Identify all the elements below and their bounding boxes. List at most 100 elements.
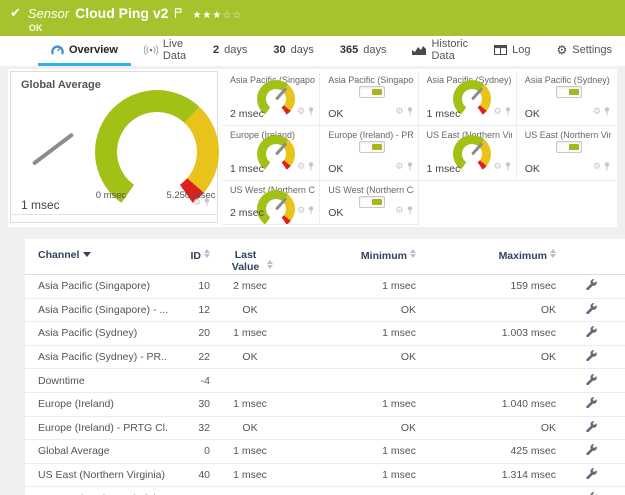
pin-icon[interactable] — [308, 158, 314, 176]
column-header-id[interactable]: ID — [168, 249, 210, 262]
status-check-icon: ✔ — [10, 6, 21, 21]
id-cell: 30 — [168, 398, 210, 410]
pin-icon[interactable] — [604, 103, 610, 121]
gear-icon[interactable]: ⚙ — [593, 163, 601, 172]
channel-mini-panel[interactable]: US West (Northern California) 2 msec ⚙ — [222, 181, 320, 225]
tab-label-number: 365 — [340, 44, 358, 56]
table-row[interactable]: Europe (Ireland) 30 1 msec 1 msec 1.040 … — [25, 393, 625, 417]
wrench-icon[interactable] — [586, 492, 597, 495]
wrench-icon[interactable] — [586, 326, 597, 337]
channel-cell: US East (Northern Virginia) — [25, 469, 168, 481]
gauge-scale-min: 0 msec — [83, 190, 139, 201]
gear-icon: ⚙ — [556, 44, 567, 56]
tab-label: days — [291, 44, 314, 56]
global-average-panel[interactable]: Global Average 0 msec 5.250 msec 1 msec … — [10, 71, 218, 223]
channel-value: OK — [525, 163, 540, 175]
tab-live-data[interactable]: Live Data — [131, 36, 200, 66]
last-value-cell: OK — [210, 304, 290, 316]
wrench-icon[interactable] — [586, 350, 597, 361]
flag-icon[interactable] — [174, 5, 182, 23]
last-value-cell: OK — [210, 351, 290, 363]
pin-icon[interactable] — [308, 103, 314, 121]
channel-mini-panel[interactable]: Asia Pacific (Sydney) 1 msec ⚙ — [419, 71, 517, 126]
wrench-icon[interactable] — [586, 279, 597, 290]
channel-value: 1 msec — [427, 108, 461, 120]
last-value-cell: OK — [210, 422, 290, 434]
minimum-cell: OK — [290, 351, 416, 363]
channel-cell: Europe (Ireland) - PRTG Cl... — [25, 422, 168, 434]
channel-mini-panel[interactable]: Asia Pacific (Singapore) - PR... OK ⚙ — [320, 71, 418, 126]
channel-value: 2 msec — [230, 207, 264, 219]
tab-30-days[interactable]: 30 days — [260, 36, 327, 66]
gear-icon[interactable]: ⚙ — [494, 108, 502, 117]
gear-icon[interactable]: ⚙ — [494, 163, 502, 172]
table-row[interactable]: Asia Pacific (Sydney) - PR... 22 OK OK O… — [25, 346, 625, 370]
channel-mini-panel[interactable]: Europe (Ireland) - PRTG Cloud... OK ⚙ — [320, 126, 418, 181]
column-header-channel[interactable]: Channel — [25, 249, 168, 261]
pin-icon[interactable] — [407, 158, 413, 176]
table-row[interactable]: Downtime -4 — [25, 369, 625, 393]
table-row[interactable]: Asia Pacific (Sydney) 20 1 msec 1 msec 1… — [25, 322, 625, 346]
gear-icon[interactable]: ⚙ — [297, 163, 305, 172]
wrench-icon[interactable] — [586, 444, 597, 455]
maximum-cell: 1.003 msec — [416, 327, 556, 339]
channel-toggle-indicator — [359, 196, 385, 208]
tab-label: Live Data — [163, 38, 187, 62]
wrench-icon[interactable] — [586, 374, 597, 385]
table-row[interactable]: Europe (Ireland) - PRTG Cl... 32 OK OK O… — [25, 417, 625, 441]
gear-icon[interactable]: ⚙ — [297, 108, 305, 117]
sort-desc-icon — [83, 252, 91, 257]
pin-icon[interactable] — [505, 158, 511, 176]
wrench-icon[interactable] — [586, 303, 597, 314]
gear-icon[interactable]: ⚙ — [593, 108, 601, 117]
id-cell: 10 — [168, 280, 210, 292]
channel-mini-panel[interactable]: US West (Northern California)... OK ⚙ — [320, 181, 418, 225]
pin-icon[interactable] — [308, 202, 314, 220]
tab-log[interactable]: Log — [481, 36, 543, 66]
channel-toggle-indicator — [556, 86, 582, 98]
channel-mini-panel[interactable]: Asia Pacific (Sydney) - PRTG ... OK ⚙ — [517, 71, 615, 126]
maximum-cell: 159 msec — [416, 280, 556, 292]
tab-365-days[interactable]: 365 days — [327, 36, 400, 66]
wrench-icon[interactable] — [586, 397, 597, 408]
tab-historic-data[interactable]: Historic Data — [399, 36, 481, 66]
pin-icon[interactable] — [604, 158, 610, 176]
id-cell: -4 — [168, 375, 210, 387]
stars-filled: ★★★ — [192, 10, 222, 21]
priority-stars[interactable]: ★★★☆☆ — [192, 10, 242, 21]
channel-mini-panel[interactable]: Europe (Ireland) 1 msec ⚙ — [222, 126, 320, 181]
tab-settings[interactable]: ⚙ Settings — [543, 36, 625, 66]
tab-2-days[interactable]: 2 days — [200, 36, 260, 66]
channel-toggle-indicator — [556, 141, 582, 153]
pin-icon[interactable] — [204, 194, 210, 212]
gear-icon[interactable]: ⚙ — [395, 108, 403, 117]
tab-label: Historic Data — [431, 38, 468, 62]
last-value-cell: 1 msec — [210, 469, 290, 481]
table-row[interactable]: Asia Pacific (Singapore) - ... 12 OK OK … — [25, 299, 625, 323]
pin-icon[interactable] — [505, 103, 511, 121]
channel-mini-panel[interactable]: US East (Northern Virginia) - ... OK ⚙ — [517, 126, 615, 181]
table-row[interactable]: US East (Northern Virgini... 42 OK OK OK — [25, 487, 625, 495]
column-header-last-value[interactable]: Last Value — [210, 249, 290, 273]
gear-icon[interactable]: ⚙ — [395, 207, 403, 216]
channel-mini-panel[interactable]: US East (Northern Virginia) 1 msec ⚙ — [419, 126, 517, 181]
table-row[interactable]: Asia Pacific (Singapore) 10 2 msec 1 mse… — [25, 275, 625, 299]
table-row[interactable]: Global Average 0 1 msec 1 msec 425 msec — [25, 440, 625, 464]
pin-icon[interactable] — [407, 202, 413, 220]
gear-icon[interactable]: ⚙ — [395, 163, 403, 172]
channel-table: Channel ID Last Value Minimum Maximum As… — [25, 239, 625, 495]
gear-icon[interactable]: ⚙ — [193, 199, 201, 208]
wrench-icon[interactable] — [586, 421, 597, 432]
id-cell: 20 — [168, 327, 210, 339]
table-row[interactable]: US East (Northern Virginia) 40 1 msec 1 … — [25, 464, 625, 488]
column-header-minimum[interactable]: Minimum — [290, 249, 416, 262]
wrench-icon[interactable] — [586, 468, 597, 479]
channel-mini-panel[interactable]: Asia Pacific (Singapore) 2 msec ⚙ — [222, 71, 320, 126]
column-header-maximum[interactable]: Maximum — [416, 249, 556, 262]
minimum-cell: 1 msec — [290, 398, 416, 410]
maximum-cell: OK — [416, 422, 556, 434]
tab-overview[interactable]: Overview — [38, 36, 131, 66]
channel-value: OK — [525, 108, 540, 120]
pin-icon[interactable] — [407, 103, 413, 121]
gear-icon[interactable]: ⚙ — [297, 207, 305, 216]
